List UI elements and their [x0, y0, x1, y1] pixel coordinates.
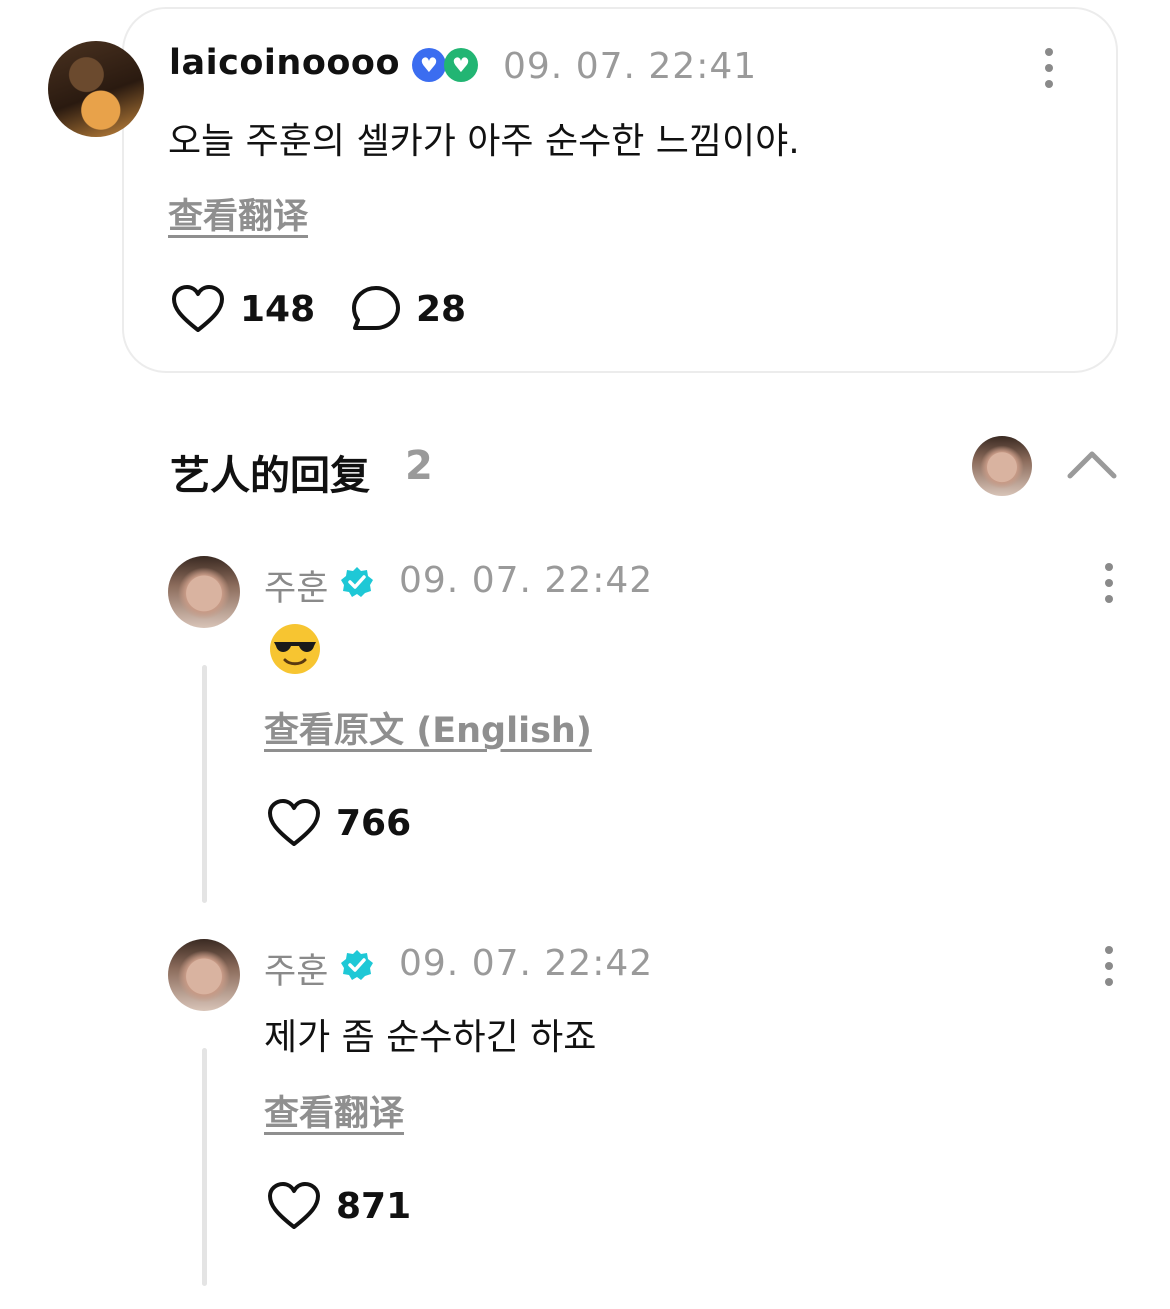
post-author-avatar[interactable] [48, 41, 144, 137]
post-timestamp: 09. 07. 22:41 [503, 46, 758, 87]
artist-replies-count: 2 [405, 443, 433, 489]
reply-more-icon[interactable] [1105, 946, 1115, 994]
post-comment-count: 28 [416, 288, 467, 330]
heart-icon [268, 1182, 320, 1229]
thread-line [202, 1048, 207, 1286]
post-text: 오늘 주훈의 셀카가 아주 순수한 느낌이야. [168, 121, 800, 162]
verified-icon [341, 567, 373, 597]
fan-badge-icon: ♥ [444, 48, 478, 82]
artist-avatar [972, 436, 1032, 496]
reply-more-icon[interactable] [1105, 563, 1115, 611]
reply-text: 제가 좀 순수하긴 하죠 [264, 1017, 597, 1058]
post-username[interactable]: laicoinoooo [169, 43, 400, 83]
reply-author-name[interactable]: 주훈 [264, 943, 328, 994]
heart-icon [172, 285, 224, 332]
original-language: (English) [404, 711, 592, 751]
reply-timestamp: 09. 07. 22:42 [399, 943, 654, 984]
post-translate-link[interactable]: 查看翻译 [168, 188, 308, 239]
thread-line [202, 665, 207, 903]
post-like-button[interactable]: 148 [170, 284, 315, 334]
post-like-count: 148 [240, 288, 316, 330]
reply-timestamp: 09. 07. 22:42 [399, 560, 654, 601]
chevron-up-icon[interactable] [1066, 446, 1118, 482]
post-comment-button[interactable]: 28 [350, 284, 466, 334]
artist-replies-title: 艺人的回复 [170, 453, 370, 499]
verified-icon [341, 950, 373, 980]
reply-avatar[interactable] [168, 939, 240, 1011]
reply-like-button[interactable]: 766 [266, 798, 411, 848]
membership-badge-icon: ♥ [412, 48, 446, 82]
view-original-label: 查看原文 [264, 711, 405, 751]
sunglasses-emoji-icon [270, 624, 320, 674]
reply-author-name[interactable]: 주훈 [264, 560, 328, 611]
reply-like-button[interactable]: 871 [266, 1181, 411, 1231]
reply-translate-link[interactable]: 查看翻译 [264, 1085, 404, 1136]
reply-avatar[interactable] [168, 556, 240, 628]
heart-icon [268, 799, 320, 846]
comment-bubble-icon [352, 286, 400, 330]
reply-like-count: 871 [336, 1185, 412, 1227]
post-more-icon[interactable] [1045, 48, 1055, 96]
reply-like-count: 766 [336, 802, 412, 844]
view-original-link[interactable]: 查看原文 (English) [264, 702, 592, 753]
